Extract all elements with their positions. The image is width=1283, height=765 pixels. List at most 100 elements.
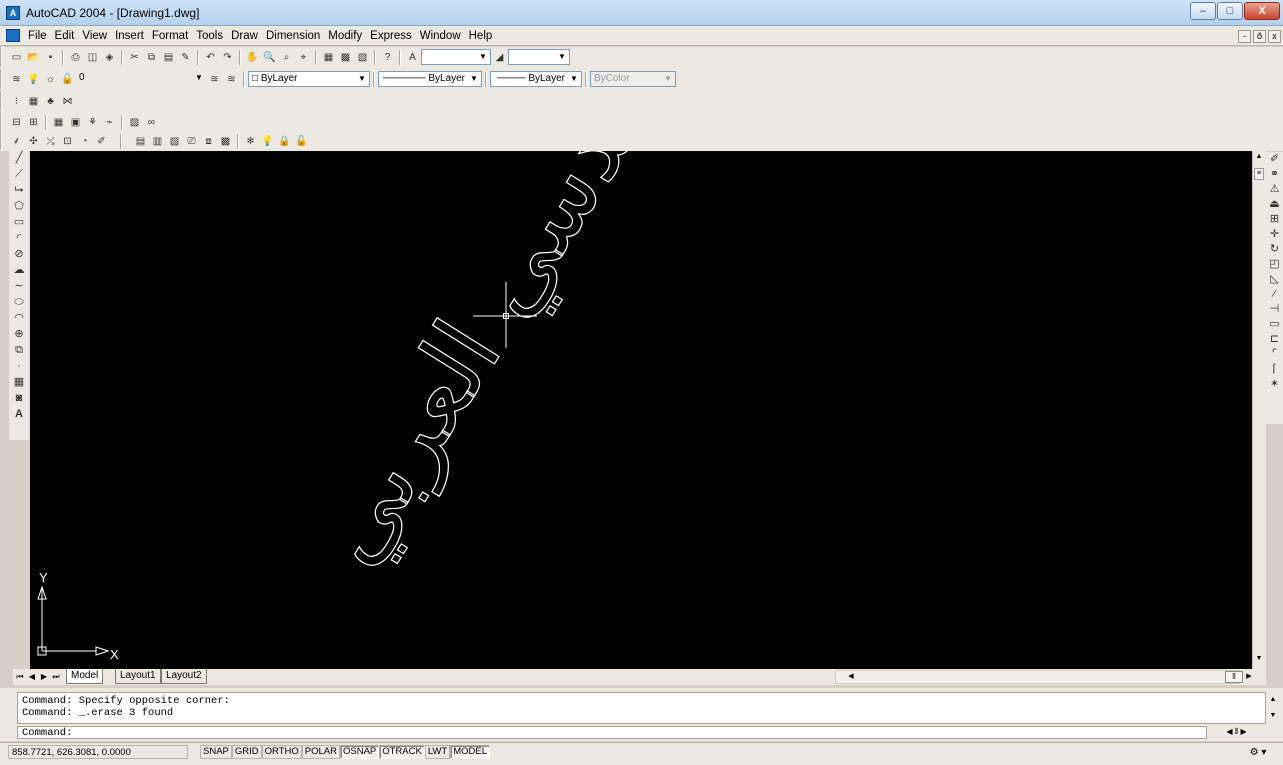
dimension-style-combo[interactable]: ▼ — [508, 49, 570, 65]
unlock-icon[interactable]: 🔓 — [294, 134, 309, 149]
layer-merge-icon[interactable]: ⋈ — [60, 94, 75, 109]
arc-icon[interactable]: ◜ — [12, 231, 27, 245]
model-toggle[interactable]: MODEL — [450, 745, 490, 759]
layer-walk-icon[interactable]: ♣ — [43, 94, 58, 109]
design-center-icon[interactable]: ▩ — [338, 50, 353, 65]
layer-tool-icon[interactable]: ⁝ — [9, 94, 24, 109]
express-draw-icon[interactable]: ✐ — [94, 134, 109, 149]
copy-icon[interactable]: ⧉ — [144, 50, 159, 65]
pan-icon[interactable]: ✋ — [245, 50, 260, 65]
document-icon[interactable] — [6, 29, 20, 42]
break-icon[interactable]: ⊏ — [1268, 332, 1282, 347]
text-style-combo[interactable]: ▼ — [421, 49, 491, 65]
menu-help[interactable]: Help — [465, 29, 497, 43]
menu-express[interactable]: Express — [366, 29, 416, 43]
extend-icon[interactable]: ⊣ — [1268, 302, 1282, 317]
insert-block-icon[interactable]: ⊕ — [12, 327, 27, 341]
last-tab-icon[interactable]: ⏭ — [51, 671, 61, 682]
scroll-up-arrow-icon[interactable]: ▲ — [1252, 153, 1266, 165]
tab-layout2[interactable]: Layout2 — [161, 669, 207, 684]
move-icon[interactable]: ✛ — [1268, 227, 1282, 242]
autocad-app-icon[interactable]: A — [6, 6, 20, 20]
line-icon[interactable]: ╱ — [12, 151, 27, 165]
scale-icon[interactable]: ◰ — [1268, 257, 1282, 272]
snowflake-icon[interactable]: ❄ — [243, 134, 258, 149]
link-icon[interactable]: ∞ — [144, 115, 159, 130]
publish-icon[interactable]: ◈ — [102, 50, 117, 65]
layer-manager-icon[interactable]: ≋ — [9, 72, 24, 87]
prev-tab-icon[interactable]: ◀ — [27, 671, 37, 682]
command-hscroll-icon[interactable]: ◀ ⦀ ▶ — [1207, 726, 1266, 739]
osnap-toggle[interactable]: OSNAP — [339, 745, 380, 759]
scroll-left-arrow-icon[interactable]: ◀ — [846, 671, 856, 683]
snap-toggle[interactable]: SNAP — [200, 745, 232, 759]
tab-model[interactable]: Model — [66, 669, 104, 684]
plotstyle-combo[interactable]: ByColor ▼ — [590, 71, 676, 87]
coordinate-readout[interactable]: 858.7721, 626.3081, 0.0000 — [8, 745, 188, 759]
close-button[interactable]: X — [1244, 2, 1280, 20]
revision-cloud-icon[interactable]: ☁ — [12, 263, 27, 277]
otrack-toggle[interactable]: OTRACK — [379, 745, 425, 759]
table-icon[interactable]: ▦ — [51, 115, 66, 130]
help-icon[interactable]: ? — [380, 50, 395, 65]
hatch-icon[interactable]: ▦ — [12, 375, 27, 389]
erase-icon[interactable]: ✐ — [1268, 152, 1282, 167]
lightbulb-small-icon[interactable]: 💡 — [260, 134, 275, 149]
layer-isolate-icon[interactable]: ▦ — [26, 94, 41, 109]
linetype-combo[interactable]: ────── ByLayer ▼ — [378, 71, 482, 87]
refedit-icon[interactable]: ⎚ — [184, 134, 199, 149]
polygon-icon[interactable]: ⬠ — [12, 199, 27, 213]
trim-icon[interactable]: ⁄ — [1268, 287, 1282, 302]
command-scroll-arrows-icon[interactable]: ▲ ▼ — [1266, 692, 1280, 724]
menu-dimension[interactable]: Dimension — [262, 29, 324, 43]
lwt-toggle[interactable]: LWT — [424, 745, 451, 759]
refclose-icon[interactable]: ⧈ — [201, 134, 216, 149]
horizontal-scrollbar[interactable] — [835, 670, 1240, 684]
minimize-button[interactable]: – — [1190, 2, 1216, 20]
dimension-style-icon[interactable]: ◢ — [492, 50, 507, 65]
open-file-icon[interactable]: 📂 — [26, 50, 41, 65]
xref-bind-icon[interactable]: ▧ — [167, 134, 182, 149]
grid-toggle[interactable]: GRID — [231, 745, 262, 759]
ortho-toggle[interactable]: ORTHO — [261, 745, 302, 759]
plot-icon[interactable]: ⎙ — [68, 50, 83, 65]
express-modify-icon[interactable]: ◔ — [77, 134, 92, 149]
offset-icon[interactable]: ⏏ — [1268, 197, 1282, 212]
image-icon[interactable]: ▩ — [218, 134, 233, 149]
undo-icon[interactable]: ↶ — [203, 50, 218, 65]
explode-icon[interactable]: ▨ — [127, 115, 142, 130]
rotate-icon[interactable]: ↻ — [1268, 242, 1282, 257]
explode-object-icon[interactable]: ✶ — [1268, 377, 1282, 392]
express-dim-icon[interactable]: ⤯ — [43, 134, 58, 149]
scroll-down-arrow-icon[interactable]: ▼ — [1252, 655, 1266, 667]
maximize-button[interactable]: □ — [1217, 2, 1243, 20]
block-attribute-icon[interactable]: ⊞ — [26, 115, 41, 130]
array-icon[interactable]: ⊞ — [1268, 212, 1282, 227]
lineweight-combo[interactable]: ──── ByLayer ▼ — [490, 71, 582, 87]
vertical-scrollbar[interactable] — [1252, 151, 1266, 669]
point-icon[interactable]: · — [12, 359, 27, 373]
text-style-icon[interactable]: A — [405, 50, 420, 65]
tool-palettes-icon[interactable]: ▧ — [355, 50, 370, 65]
express-blocks-icon[interactable]: ⊡ — [60, 134, 75, 149]
horizontal-scroll-thumb[interactable]: ⦀ — [1225, 671, 1243, 683]
tab-layout1[interactable]: Layout1 — [115, 669, 161, 684]
construction-line-icon[interactable]: ⟋ — [12, 167, 27, 181]
menu-edit[interactable]: Edit — [51, 29, 79, 43]
ellipse-arc-icon[interactable]: ◠ — [12, 311, 27, 325]
cut-icon[interactable]: ✂ — [127, 50, 142, 65]
menu-tools[interactable]: Tools — [192, 29, 227, 43]
copy-object-icon[interactable]: ⚭ — [1268, 167, 1282, 182]
scroll-right-arrow-icon[interactable]: ▶ — [1244, 671, 1254, 683]
plot-preview-icon[interactable]: ◫ — [85, 50, 100, 65]
color-combo[interactable]: □ ByLayer ▼ — [248, 71, 370, 87]
modify-text-icon[interactable]: ⚘ — [85, 115, 100, 130]
external-reference-icon[interactable]: ▤ — [133, 134, 148, 149]
express-text-icon[interactable]: ✣ — [26, 134, 41, 149]
document-close-button[interactable]: x — [1268, 30, 1281, 43]
region-icon[interactable]: ▣ — [68, 115, 83, 130]
zoom-realtime-icon[interactable]: 🔍 — [262, 50, 277, 65]
next-tab-icon[interactable]: ▶ — [39, 671, 49, 682]
multiline-text-icon[interactable]: A — [12, 407, 27, 421]
block-editor-icon[interactable]: ⊟ — [9, 115, 24, 130]
